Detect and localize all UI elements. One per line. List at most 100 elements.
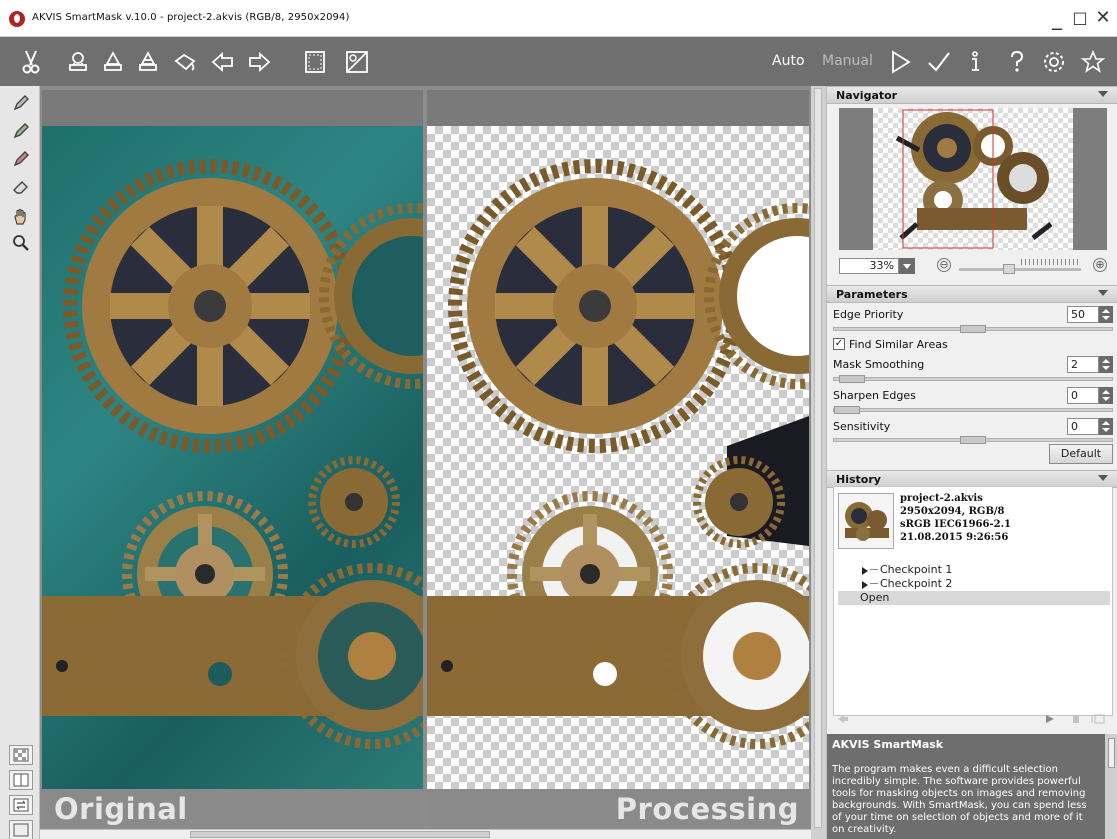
history-thumbnail[interactable]: [838, 493, 894, 549]
scissors-icon[interactable]: [17, 48, 45, 76]
left-toolbar: [0, 86, 40, 839]
navigator-preview[interactable]: [839, 108, 1107, 250]
info-title: AKVIS SmartMask: [832, 738, 944, 751]
expand-arrow-icon[interactable]: [862, 581, 868, 589]
horizontal-scrollbar[interactable]: [40, 829, 811, 839]
original-pane-header: [42, 90, 423, 126]
zoom-slider-thumb[interactable]: [1003, 264, 1015, 274]
scrollbar-thumb[interactable]: [190, 831, 490, 838]
history-delete-icon[interactable]: [1071, 714, 1081, 724]
vertical-scrollbar[interactable]: [814, 88, 822, 828]
background-icon[interactable]: [301, 48, 329, 76]
help-icon[interactable]: [1003, 48, 1031, 76]
edge-priority-input[interactable]: 50: [1067, 306, 1099, 323]
title-bar: AKVIS SmartMask v.10.0 - project-2.akvis…: [0, 0, 1117, 37]
processing-pane-header: [427, 90, 809, 126]
split-view-icon[interactable]: [9, 770, 33, 790]
mask-smoothing-slider[interactable]: [833, 375, 1113, 383]
view-checker-icon[interactable]: [9, 745, 33, 765]
remove-stamp-icon[interactable]: [134, 48, 162, 76]
original-label: Original: [54, 792, 188, 826]
paint-bucket-icon[interactable]: [171, 48, 199, 76]
history-dimensions: 2950x2094, RGB/8: [900, 506, 1005, 517]
edge-priority-slider[interactable]: [833, 325, 1113, 333]
find-similar-checkbox[interactable]: ✓: [833, 338, 845, 350]
app-window: AKVIS SmartMask v.10.0 - project-2.akvis…: [0, 0, 1117, 839]
info-icon[interactable]: [961, 48, 989, 76]
history-item-open[interactable]: Open: [838, 591, 1110, 605]
zoom-out-icon[interactable]: ⊖: [937, 258, 951, 272]
close-button[interactable]: ✕: [1091, 4, 1115, 32]
hand-icon[interactable]: [10, 206, 32, 228]
sensitivity-spinner-icon[interactable]: [1099, 418, 1113, 435]
right-panel: Navigator 33% ⊖ ⊕ Parameters Edge Priori…: [826, 86, 1117, 839]
sharpen-edges-slider[interactable]: [833, 406, 1113, 414]
edge-priority-spinner-icon[interactable]: [1099, 306, 1113, 323]
info-scrollbar-thumb[interactable]: [1108, 738, 1115, 768]
history-date: 21.08.2015 9:26:56: [900, 532, 1009, 543]
zoom-dropdown-icon[interactable]: [899, 258, 915, 274]
parameters-header[interactable]: Parameters: [827, 285, 1117, 303]
mask-smoothing-input[interactable]: 2: [1067, 356, 1099, 373]
stamp-icon[interactable]: [64, 48, 92, 76]
undo-arrow-icon[interactable]: [209, 48, 237, 76]
mode-auto-button[interactable]: Auto: [772, 53, 805, 69]
sharpen-edges-input[interactable]: 0: [1067, 387, 1099, 404]
navigator-header[interactable]: Navigator: [827, 86, 1117, 104]
app-logo-icon: [9, 11, 25, 27]
zoom-slider[interactable]: [959, 259, 1081, 274]
history-item-checkpoint-2[interactable]: Checkpoint 2: [869, 577, 952, 590]
eraser-icon[interactable]: [10, 176, 32, 198]
zoom-icon[interactable]: [10, 232, 32, 254]
sensitivity-input[interactable]: 0: [1067, 418, 1099, 435]
mask-smoothing-thumb[interactable]: [839, 375, 865, 383]
star-icon[interactable]: [1079, 48, 1107, 76]
image-canvas[interactable]: Original Processing: [40, 86, 811, 839]
apply-icon[interactable]: [925, 48, 953, 76]
history-controls: [833, 710, 1113, 730]
sensitivity-label: Sensitivity: [833, 420, 891, 433]
processing-image[interactable]: [427, 126, 809, 789]
swap-view-icon[interactable]: [9, 795, 33, 815]
find-similar-label: Find Similar Areas: [849, 338, 948, 351]
history-back-icon[interactable]: [837, 714, 849, 724]
minimize-button[interactable]: _: [1045, 4, 1069, 32]
pencil-remove-icon[interactable]: [10, 148, 32, 170]
original-image[interactable]: [42, 126, 423, 789]
run-icon[interactable]: [886, 48, 914, 76]
info-scrollbar[interactable]: [1105, 734, 1117, 839]
zoom-in-icon[interactable]: ⊕: [1093, 258, 1107, 272]
sharpen-edges-spinner-icon[interactable]: [1099, 387, 1113, 404]
mask-smoothing-spinner-icon[interactable]: [1099, 356, 1113, 373]
expand-arrow-icon[interactable]: [862, 567, 868, 575]
history-clear-icon[interactable]: [1091, 714, 1105, 724]
sensitivity-thumb[interactable]: [960, 436, 986, 444]
collapse-icon[interactable]: [1098, 91, 1108, 97]
pencil-icon[interactable]: [10, 92, 32, 114]
history-list: project-2.akvis 2950x2094, RGB/8 sRGB IE…: [833, 486, 1113, 716]
parameters-title: Parameters: [836, 288, 908, 301]
history-open-label: Open: [860, 591, 890, 604]
history-profile: sRGB IEC61966-2.1: [900, 519, 1012, 530]
edge-priority-thumb[interactable]: [960, 325, 986, 333]
sharpen-edges-thumb[interactable]: [834, 406, 860, 414]
maximize-button[interactable]: □: [1068, 4, 1092, 32]
settings-icon[interactable]: [1040, 48, 1068, 76]
mode-manual-button[interactable]: Manual: [822, 53, 873, 69]
mask-view-icon[interactable]: [343, 48, 371, 76]
collapse-icon[interactable]: [1098, 475, 1108, 481]
collapse-icon[interactable]: [1098, 290, 1108, 296]
default-button[interactable]: Default: [1049, 444, 1113, 464]
redo-arrow-icon[interactable]: [245, 48, 273, 76]
history-item-checkpoint-1[interactable]: Checkpoint 1: [869, 563, 952, 576]
pencil-keep-icon[interactable]: [10, 120, 32, 142]
zoom-field[interactable]: 33%: [839, 258, 899, 274]
panel-splitter[interactable]: [811, 86, 826, 839]
magic-stamp-icon[interactable]: [99, 48, 127, 76]
single-view-icon[interactable]: [9, 820, 33, 839]
history-play-icon[interactable]: [1045, 714, 1055, 724]
sensitivity-slider[interactable]: [833, 436, 1113, 444]
sharpen-edges-label: Sharpen Edges: [833, 389, 916, 402]
processing-pane-footer: Processing: [427, 789, 809, 827]
info-text: The program makes even a difficult selec…: [832, 764, 1087, 835]
